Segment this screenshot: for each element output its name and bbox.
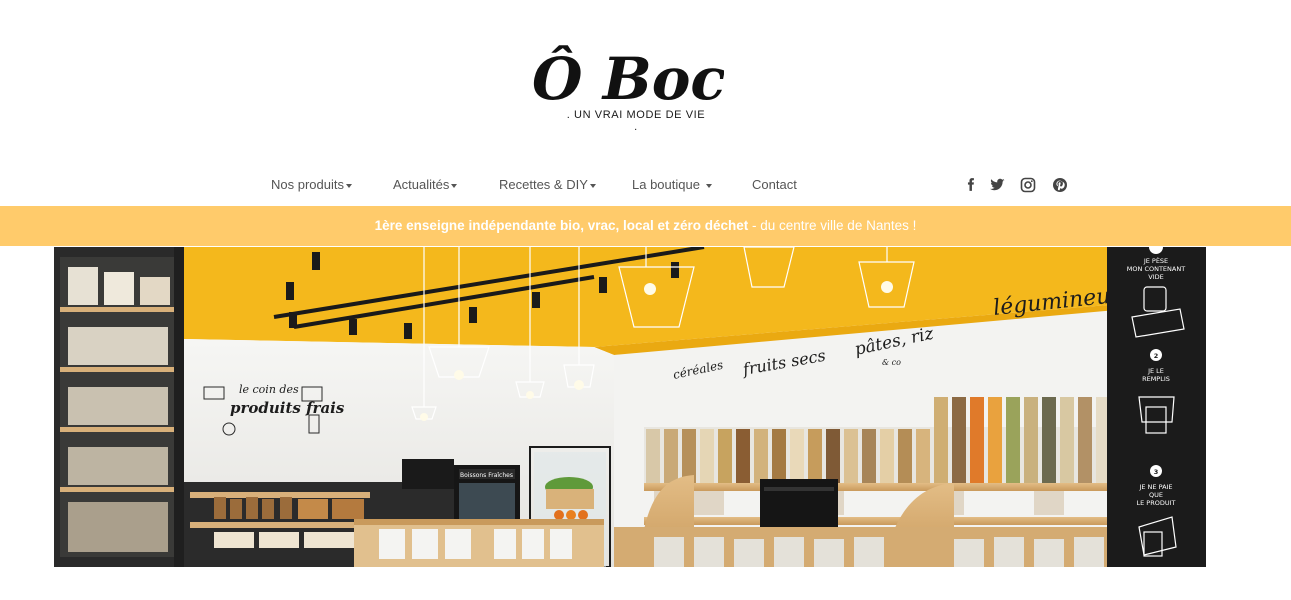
- caret-down-icon: [589, 183, 596, 188]
- nav-item-label: Recettes & DIY: [499, 177, 588, 192]
- twitter-icon[interactable]: [988, 176, 1006, 194]
- caret-down-icon: [451, 183, 458, 188]
- chalk-step1-line3: VIDE: [1148, 273, 1163, 281]
- hero-store-image: le coin des produits frais céréales frui…: [54, 247, 1206, 567]
- nav-item-label: Nos produits: [271, 177, 344, 192]
- svg-text:Ô Bocal: Ô Bocal: [532, 45, 724, 110]
- chalk-step1-line2: MON CONTENANT: [1127, 265, 1185, 273]
- banner-highlight-text: 1ère enseigne indépendante bio, vrac, lo…: [374, 218, 749, 233]
- pinterest-icon[interactable]: [1051, 176, 1069, 194]
- nav-item-label: Contact: [752, 177, 797, 192]
- label-produits-frais-line2: produits frais: [230, 399, 345, 417]
- chalk-step2-line2: REMPLIS: [1142, 375, 1170, 383]
- label-pates-riz-sub: & co: [882, 358, 901, 367]
- label-produits-frais-line1: le coin des: [239, 383, 299, 396]
- chalk-step3-line3: LE PRODUIT: [1137, 499, 1176, 507]
- caret-down-icon: [345, 183, 352, 188]
- nav-item-label: La boutique: [632, 177, 700, 192]
- promo-banner: 1ère enseigne indépendante bio, vrac, lo…: [0, 206, 1291, 246]
- label-boissons: Boissons Fraîches: [460, 472, 513, 479]
- store-interior-illustration: le coin des produits frais céréales frui…: [54, 247, 1206, 567]
- chalk-step3-line2: QUE: [1149, 491, 1163, 499]
- nav-item-label: Actualités: [393, 177, 450, 192]
- logo-tagline: . UN VRAI MODE DE VIE .: [566, 109, 706, 133]
- left-shelves: [60, 267, 178, 552]
- nav-item-la-boutique[interactable]: La boutique: [632, 177, 712, 192]
- nav-item-nos-produits[interactable]: Nos produits: [271, 177, 352, 192]
- chalk-step2-line1: JE LE: [1147, 367, 1164, 375]
- o-bocal-logo[interactable]: Ô Bocal: [528, 24, 724, 110]
- chalk-step3-line1: JE NE PAIE: [1138, 483, 1172, 491]
- chalk-step1-line1: JE PÈSE: [1143, 256, 1168, 265]
- facebook-icon[interactable]: [962, 176, 980, 194]
- chalk-step3-num: 3: [1154, 468, 1159, 476]
- nav-item-recettes-diy[interactable]: Recettes & DIY: [499, 177, 596, 192]
- chalk-step2-num: 2: [1154, 352, 1159, 360]
- instagram-icon[interactable]: [1019, 176, 1037, 194]
- header: Ô Bocal . UN VRAI MODE DE VIE .: [0, 0, 1291, 150]
- nav-item-contact[interactable]: Contact: [752, 177, 797, 192]
- caret-down-icon: [705, 183, 712, 188]
- main-navigation: Nos produits Actualités Recettes & DIY L…: [0, 172, 1291, 200]
- banner-location-text: - du centre ville de Nantes !: [748, 218, 917, 233]
- nav-item-actualites[interactable]: Actualités: [393, 177, 458, 192]
